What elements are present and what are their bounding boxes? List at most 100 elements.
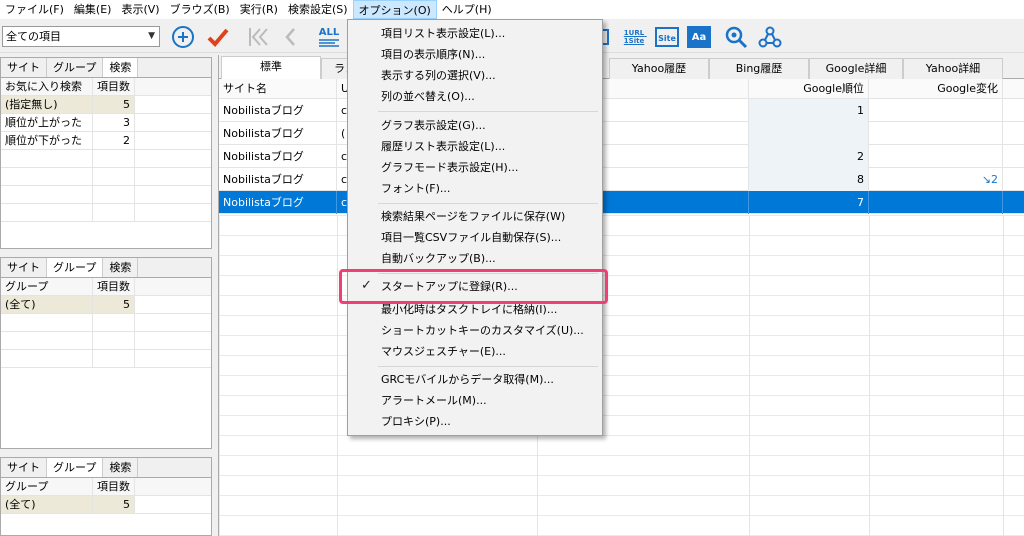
check-icon[interactable] [204, 24, 232, 50]
menu-run[interactable]: 実行(R) [235, 0, 283, 19]
cell-change [869, 99, 1003, 122]
tab-group[interactable]: グループ [47, 258, 104, 277]
table-row[interactable]: (全て) 5 [1, 296, 211, 314]
tab-search[interactable]: 検索 [103, 258, 139, 277]
1url-1site-label: 1URL 1Site [623, 29, 647, 45]
main-tabs: 標準 ラン Yahoo履歴 Bing履歴 Google詳細 Yahoo詳細 [219, 55, 1024, 79]
menu-help[interactable]: ヘルプ(H) [437, 0, 497, 19]
table-row[interactable]: (全て) 5 [1, 496, 211, 514]
table-row-selected[interactable]: Nobilistaブログ c 移 7 [219, 191, 1024, 214]
menu-item-display-order[interactable]: 項目の表示順序(N)... [381, 45, 485, 65]
table-header: お気に入り検索 項目数 [1, 78, 211, 96]
menu-separator [378, 366, 598, 367]
prev-page-icon[interactable] [280, 24, 300, 50]
cell-rank: 2 [749, 145, 869, 168]
row-count: 3 [93, 114, 135, 131]
menu-item-mouse-gesture[interactable]: マウスジェスチャー(E)... [381, 342, 506, 362]
menu-browse[interactable]: ブラウズ(B) [165, 0, 235, 19]
menu-item-proxy[interactable]: プロキシ(P)... [381, 412, 451, 432]
row-label: 順位が下がった [1, 132, 93, 149]
column-header[interactable]: Google順位 [749, 79, 869, 99]
menu-item-csv-autosave[interactable]: 項目一覧CSVファイル自動保存(S)... [381, 228, 561, 248]
first-page-icon[interactable] [244, 24, 272, 50]
favorites-panel: サイト グループ 検索 お気に入り検索 項目数 (指定無し) 5 順位が上がった 3… [0, 57, 212, 249]
tab-site[interactable]: サイト [1, 258, 47, 277]
row-count: 5 [93, 296, 135, 313]
cell-site: Nobilistaブログ [219, 99, 337, 122]
column-header[interactable]: Google変化 [869, 79, 1003, 99]
tab-group[interactable]: グループ [47, 58, 104, 77]
table-row[interactable]: 順位が上がった 3 [1, 114, 211, 132]
cell-site: Nobilistaブログ [219, 122, 337, 145]
menu-item-alert-mail[interactable]: アラートメール(M)... [381, 391, 487, 411]
menu-item-graph-settings[interactable]: グラフ表示設定(G)... [381, 116, 486, 136]
menu-item-font[interactable]: フォント(F)... [381, 179, 450, 199]
filter-select-value: 全ての項目 [6, 30, 61, 43]
menu-file[interactable]: ファイル(F) [0, 0, 69, 19]
cell-rank [749, 122, 869, 145]
menu-search-settings[interactable]: 検索設定(S) [283, 0, 353, 19]
grid-header: サイト名 U Google順位 Google変化 [219, 79, 1024, 99]
left-pane: サイト グループ 検索 お気に入り検索 項目数 (指定無し) 5 順位が上がった 3… [0, 55, 214, 536]
tab-google-detail[interactable]: Google詳細 [809, 58, 903, 79]
table-header: グループ 項目数 [1, 478, 211, 496]
column-header[interactable]: グループ [1, 478, 93, 495]
cell-change [869, 191, 1003, 214]
tab-search[interactable]: 検索 [103, 58, 139, 77]
column-header[interactable]: 項目数 [93, 78, 135, 95]
table-row[interactable]: 順位が下がった 2 [1, 132, 211, 150]
highlight-box [339, 269, 608, 304]
tab-site[interactable]: サイト [1, 458, 47, 477]
menu-item-list-display-settings[interactable]: 項目リスト表示設定(L)... [381, 24, 505, 44]
table-header: グループ 項目数 [1, 278, 211, 296]
share-network-icon[interactable] [756, 24, 784, 50]
column-header[interactable]: サイト名 [219, 79, 337, 99]
menu-edit[interactable]: 編集(E) [69, 0, 117, 19]
menu-item-save-results-page[interactable]: 検索結果ページをファイルに保存(W) [381, 207, 565, 227]
column-header[interactable]: お気に入り検索 [1, 78, 93, 95]
tab-search[interactable]: 検索 [103, 458, 139, 477]
cell-rank: 8 [749, 168, 869, 191]
table-row[interactable]: Nobilistaブログ ( [219, 122, 1024, 145]
menu-view[interactable]: 表示(V) [116, 0, 164, 19]
tab-site[interactable]: サイト [1, 58, 47, 77]
tab-yahoo-detail[interactable]: Yahoo詳細 [903, 58, 1003, 79]
menu-item-history-list-settings[interactable]: 履歴リスト表示設定(L)... [381, 137, 505, 157]
table-row[interactable]: Nobilistaブログ c 報 8 ↘2 [219, 168, 1024, 191]
menu-separator [378, 203, 598, 204]
cell-site: Nobilistaブログ [219, 191, 337, 214]
menu-item-graph-mode-settings[interactable]: グラフモード表示設定(H)... [381, 158, 518, 178]
tab-yahoo-history[interactable]: Yahoo履歴 [609, 58, 709, 79]
all-icon[interactable]: ALL [314, 24, 344, 50]
column-header[interactable]: 項目数 [93, 278, 135, 295]
row-label: (全て) [1, 496, 93, 513]
table-row[interactable]: Nobilistaブログ c 7 2 [219, 145, 1024, 168]
menu-item-customize-shortcuts[interactable]: ショートカットキーのカスタマイズ(U)... [381, 321, 584, 341]
row-label: (全て) [1, 296, 93, 313]
filter-select[interactable]: 全ての項目 ▼ [2, 26, 160, 47]
chevron-down-icon: ▼ [148, 31, 155, 41]
table-row[interactable]: Nobilistaブログ c 1 [219, 99, 1024, 122]
menu-item-auto-backup[interactable]: 自動バックアップ(B)... [381, 249, 496, 269]
site-icon[interactable]: Site [654, 24, 680, 50]
menu-options[interactable]: オプション(O) [352, 0, 437, 19]
cell-site: Nobilistaブログ [219, 145, 337, 168]
table-row[interactable]: (指定無し) 5 [1, 96, 211, 114]
row-label: (指定無し) [1, 96, 93, 113]
cell-site: Nobilistaブログ [219, 168, 337, 191]
menu-item-select-columns[interactable]: 表示する列の選択(V)... [381, 66, 496, 86]
all-icon-label: ALL [318, 26, 340, 38]
column-header[interactable]: グループ [1, 278, 93, 295]
row-count: 5 [93, 496, 135, 513]
tab-group[interactable]: グループ [47, 458, 104, 477]
1url-1site-icon[interactable]: 1URL 1Site [620, 24, 648, 50]
menu-item-grc-mobile-import[interactable]: GRCモバイルからデータ取得(M)... [381, 370, 554, 390]
tab-standard[interactable]: 標準 [221, 56, 321, 79]
column-header[interactable]: 項目数 [93, 478, 135, 495]
add-circle-icon[interactable] [170, 24, 196, 50]
search-magnifier-icon[interactable] [722, 24, 750, 50]
group-panel: サイト グループ 検索 グループ 項目数 (全て) 5 [0, 257, 212, 449]
menu-item-reorder-columns[interactable]: 列の並べ替え(O)... [381, 87, 475, 107]
tab-bing-history[interactable]: Bing履歴 [709, 58, 809, 79]
font-aa-icon[interactable]: Aa [686, 24, 712, 50]
